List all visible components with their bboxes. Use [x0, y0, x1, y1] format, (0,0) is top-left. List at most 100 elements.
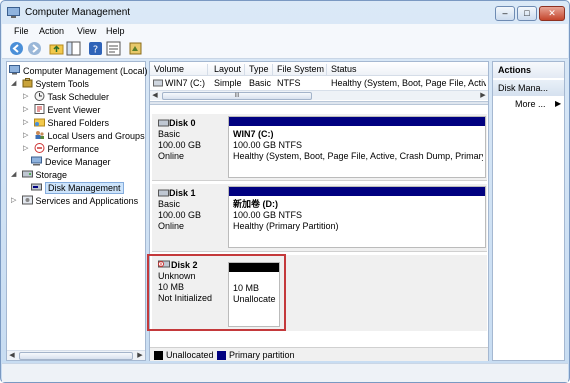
tree-item-computer-management[interactable]: Computer Management (Local)	[9, 65, 148, 77]
users-icon	[35, 131, 44, 139]
partition-text: 新加卷 (D:) 100.00 GB NTFS Healthy (Primary…	[233, 199, 483, 232]
column-header-type[interactable]: Type	[245, 64, 273, 76]
expand-arrow-icon[interactable]: ▷	[23, 143, 31, 155]
device-manager-icon	[31, 156, 42, 166]
collapse-arrow-icon[interactable]: ◢	[11, 169, 19, 181]
scroll-thumb[interactable]	[19, 352, 133, 360]
partition-title: WIN7 (C:)	[233, 129, 274, 139]
disk-1-panel: Disk 1 Basic 100.00 GB Online 新加卷 (D:) 1…	[152, 184, 487, 252]
forward-icon[interactable]	[27, 41, 42, 56]
system-tools-icon	[22, 78, 33, 88]
computer-management-icon	[7, 7, 20, 18]
tree-item-event-viewer[interactable]: ▷ Event Viewer	[23, 104, 100, 116]
disk-1-partition[interactable]: 新加卷 (D:) 100.00 GB NTFS Healthy (Primary…	[228, 186, 486, 248]
disk-0-info[interactable]: Disk 0 Basic 100.00 GB Online	[158, 118, 201, 162]
tree-item-local-users-groups[interactable]: ▷ Local Users and Groups	[23, 130, 145, 142]
partition-size: 100.00 GB NTFS	[233, 140, 303, 150]
properties-icon[interactable]	[106, 41, 121, 56]
disk-0-panel: Disk 0 Basic 100.00 GB Online WIN7 (C:) …	[152, 114, 487, 181]
minimize-icon: –	[502, 8, 508, 18]
partition-status: Healthy (Primary Partition)	[233, 221, 339, 231]
column-header-status[interactable]: Status	[327, 64, 487, 76]
disk-management-icon	[31, 183, 42, 191]
tree-item-device-manager[interactable]: Device Manager	[31, 156, 111, 168]
tree-item-shared-folders[interactable]: ▷ Shared Folders	[23, 117, 109, 129]
disk-type: Basic	[158, 199, 181, 209]
partition-title: 新加卷 (D:)	[233, 199, 278, 209]
services-icon	[21, 195, 33, 205]
disk-type: Basic	[158, 129, 181, 139]
disk-icon	[158, 119, 169, 127]
tree-item-performance[interactable]: ▷ Performance	[23, 143, 99, 155]
tree-item-label: Storage	[35, 170, 68, 180]
computer-management-window: Computer Management – □ ✕ File Action Vi…	[0, 0, 570, 383]
disk-name: Disk 1	[169, 188, 196, 198]
unallocated-swatch	[154, 351, 163, 360]
scroll-left-icon[interactable]: ◀	[7, 351, 17, 361]
clock-icon	[34, 91, 45, 101]
tree-item-task-scheduler[interactable]: ▷ Task Scheduler	[23, 91, 109, 103]
scroll-right-icon[interactable]: ▶	[135, 351, 145, 361]
expand-arrow-icon[interactable]: ▷	[23, 91, 31, 103]
scroll-thumb[interactable]: III	[162, 92, 312, 100]
tree-item-storage[interactable]: ◢ Storage	[11, 169, 67, 181]
partition-legend: Unallocated Primary partition	[150, 347, 488, 361]
scroll-left-icon[interactable]: ◀	[150, 91, 160, 101]
expand-arrow-icon[interactable]: ▷	[23, 104, 31, 116]
actions-title: Actions	[493, 62, 564, 78]
expand-arrow-icon[interactable]: ▷	[23, 130, 31, 142]
menu-action[interactable]: Action	[39, 26, 64, 36]
disk-0-partition[interactable]: WIN7 (C:) 100.00 GB NTFS Healthy (System…	[228, 116, 486, 178]
tree-item-label: Disk Management	[45, 182, 124, 194]
partition-text: WIN7 (C:) 100.00 GB NTFS Healthy (System…	[233, 129, 483, 162]
disk-state: Online	[158, 221, 185, 231]
help-icon[interactable]: ?	[88, 41, 103, 56]
submenu-arrow-icon[interactable]: ▶	[555, 99, 561, 108]
tree-item-system-tools[interactable]: ◢ System Tools	[11, 78, 89, 90]
column-header-volume[interactable]: Volume	[150, 64, 208, 76]
tree-item-label: Device Manager	[45, 157, 111, 167]
maximize-icon: □	[524, 8, 530, 18]
volume-status: Healthy (System, Boot, Page File, Activ	[331, 78, 486, 88]
scroll-right-icon[interactable]: ▶	[478, 91, 488, 101]
primary-partition-swatch	[217, 351, 226, 360]
computer-icon	[9, 65, 20, 75]
column-header-file-system[interactable]: File System	[273, 64, 327, 76]
tree-item-disk-management[interactable]: Disk Management	[31, 182, 124, 194]
menu-file[interactable]: File	[14, 26, 29, 36]
legend-primary-partition: Primary partition	[229, 350, 295, 360]
storage-icon	[21, 170, 33, 178]
maximize-button[interactable]: □	[517, 6, 537, 21]
show-hide-tree-icon[interactable]	[66, 41, 81, 56]
minimize-button[interactable]: –	[495, 6, 515, 21]
disk-properties-icon[interactable]	[128, 41, 143, 56]
disk-name: Disk 0	[169, 118, 196, 128]
up-folder-icon[interactable]	[49, 41, 64, 56]
menu-help[interactable]: Help	[106, 26, 125, 36]
menu-view[interactable]: View	[77, 26, 96, 36]
tree-item-services-applications[interactable]: ▷ Services and Applications	[11, 195, 138, 207]
disk-1-info[interactable]: Disk 1 Basic 100.00 GB Online	[158, 188, 201, 232]
close-button[interactable]: ✕	[539, 6, 565, 21]
actions-disk-management-section[interactable]: Disk Mana...	[493, 80, 564, 96]
svg-text:?: ?	[93, 45, 98, 56]
volume-name: WIN7 (C:)	[165, 78, 205, 88]
volume-list-horizontal-scrollbar[interactable]: ◀ III ▶	[150, 90, 488, 100]
menu-bar: File Action View Help	[2, 24, 568, 39]
disk-size: 100.00 GB	[158, 140, 202, 150]
column-header-layout[interactable]: Layout	[210, 64, 245, 76]
back-icon[interactable]	[9, 41, 24, 56]
status-bar	[2, 363, 568, 382]
close-icon: ✕	[548, 8, 556, 18]
expand-arrow-icon[interactable]: ▷	[11, 195, 19, 207]
window-title: Computer Management	[25, 7, 131, 18]
pane-splitter[interactable]	[150, 101, 488, 105]
disk-size: 100.00 GB	[158, 210, 202, 220]
toolbar: ?	[2, 39, 568, 59]
event-viewer-icon	[34, 104, 45, 114]
tree-item-label: Local Users and Groups	[47, 131, 145, 141]
actions-more-link[interactable]: More ...	[515, 99, 546, 109]
tree-horizontal-scrollbar[interactable]: ◀ ▶	[7, 350, 145, 360]
expand-arrow-icon[interactable]: ▷	[23, 117, 31, 129]
collapse-arrow-icon[interactable]: ◢	[11, 78, 19, 90]
